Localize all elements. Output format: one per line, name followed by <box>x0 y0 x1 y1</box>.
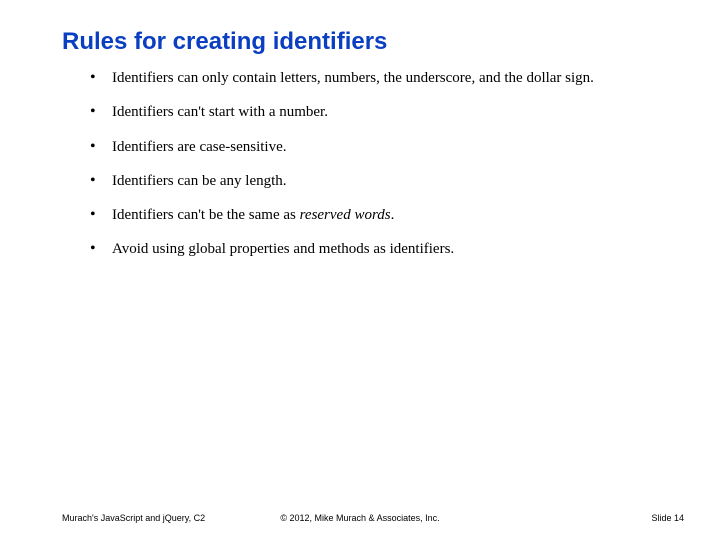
bullet-item: Identifiers can be any length. <box>86 171 660 191</box>
slide: Rules for creating identifiers Identifie… <box>0 0 720 540</box>
bullet-item: Identifiers can only contain letters, nu… <box>86 68 660 88</box>
bullet-item: Identifiers can't be the same as reserve… <box>86 205 660 225</box>
bullet-item: Identifiers are case-sensitive. <box>86 137 660 157</box>
footer-right: Slide 14 <box>651 514 684 524</box>
bullet-item: Avoid using global properties and method… <box>86 239 660 259</box>
slide-content: Identifiers can only contain letters, nu… <box>86 68 660 274</box>
footer-center: © 2012, Mike Murach & Associates, Inc. <box>0 514 720 524</box>
slide-title: Rules for creating identifiers <box>62 28 387 56</box>
bullet-list: Identifiers can only contain letters, nu… <box>86 68 660 260</box>
slide-footer: Murach's JavaScript and jQuery, C2 © 201… <box>0 502 720 524</box>
bullet-item: Identifiers can't start with a number. <box>86 102 660 122</box>
